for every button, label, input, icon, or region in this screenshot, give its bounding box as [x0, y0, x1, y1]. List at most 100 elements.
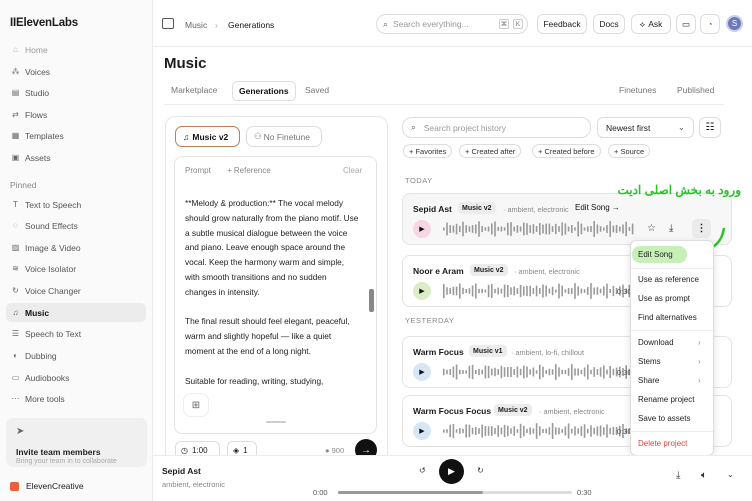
chevron-down-icon[interactable]: ⌄ — [727, 470, 734, 479]
filter-button[interactable]: ☷ — [699, 117, 721, 138]
waveform-bar — [452, 366, 455, 378]
sidebar-item-more-tools[interactable]: ⋯ More tools — [6, 389, 146, 408]
waveform-bar — [593, 221, 595, 237]
menu-delete-project[interactable]: Delete project — [638, 439, 687, 448]
sidebar-item-voice-isolator[interactable]: ≋ Voice Isolator — [6, 259, 146, 278]
waveform[interactable] — [443, 421, 638, 441]
menu-edit-song[interactable]: Edit Song — [632, 246, 687, 263]
waveform-bar — [571, 364, 573, 380]
filter-favorites[interactable]: + Favorites — [403, 144, 453, 158]
audiobooks-icon: ▭ — [11, 373, 20, 382]
model-selector[interactable]: ♫ Music v2 — [175, 126, 240, 147]
favorite-star-icon[interactable]: ☆ — [647, 223, 656, 234]
menu-stems[interactable]: Stems › — [638, 357, 701, 366]
sidebar-item-assets[interactable]: ▣ Assets — [6, 148, 146, 167]
sidebar-item-dubbing[interactable]: ◐ Dubbing — [6, 346, 146, 365]
add-image-button[interactable]: ⊞ — [183, 393, 209, 417]
sidebar-item-sound-effects[interactable]: ◌ Sound Effects — [6, 216, 146, 235]
filter-created-before[interactable]: + Created before — [532, 144, 601, 158]
waveform-bar — [535, 226, 538, 232]
forward-10-icon[interactable]: ↻ — [477, 466, 484, 475]
workspace-switcher[interactable]: ElevenCreative — [6, 478, 147, 494]
waveform-bar — [532, 428, 535, 434]
menu-rename-project[interactable]: Rename project — [638, 395, 694, 404]
notifications-button[interactable]: ◔ — [700, 14, 720, 34]
player-download-icon[interactable]: ⤓ — [676, 470, 680, 481]
prompt-scrollbar[interactable] — [369, 289, 374, 312]
sidebar-item-flows[interactable]: ⇄ Flows — [6, 105, 146, 124]
reference-button[interactable]: + Reference — [227, 166, 271, 175]
waveform-bar — [599, 367, 602, 377]
track-row[interactable]: Sepid Ast Music v2 · ambient, electronic… — [402, 193, 732, 245]
waveform-bar — [503, 424, 506, 438]
sidebar-item-image-video[interactable]: ▨ Image & Video — [6, 238, 146, 257]
invite-card[interactable]: ➤ Invite team members Bring your team in… — [6, 418, 147, 467]
waveform[interactable] — [443, 362, 638, 382]
tab-published[interactable]: Published — [677, 85, 714, 95]
sidebar-item-templates[interactable]: ▦ Templates — [6, 126, 146, 145]
waveform-bar — [590, 425, 592, 437]
tab-finetunes[interactable]: Finetunes — [619, 85, 656, 95]
menu-use-as-prompt[interactable]: Use as prompt — [638, 294, 690, 303]
clear-button[interactable]: Clear — [343, 166, 362, 175]
model-badge: Music v1 — [469, 345, 507, 357]
context-menu — [630, 240, 714, 456]
player-play-button[interactable]: ▶ — [439, 459, 464, 484]
waveform-bar — [475, 283, 477, 299]
sidebar-item-music[interactable]: ♫ Music — [6, 303, 146, 322]
waveform[interactable] — [443, 281, 638, 301]
waveform-bar — [542, 284, 544, 298]
ask-button[interactable]: ⟡ Ask — [631, 14, 671, 34]
history-search-input[interactable]: ⌕ Search project history — [402, 117, 591, 138]
folder-button[interactable]: ▭ — [676, 14, 696, 34]
waveform-bar — [455, 223, 458, 235]
menu-save-to-assets[interactable]: Save to assets — [638, 414, 690, 423]
waveform-bar — [443, 283, 445, 299]
sidebar-item-studio[interactable]: ▤ Studio — [6, 83, 146, 102]
waveform-bar — [475, 370, 477, 374]
docs-button[interactable]: Docs — [593, 14, 625, 34]
tab-marketplace[interactable]: Marketplace — [171, 85, 217, 95]
waveform-bar — [574, 283, 576, 299]
play-button[interactable]: ▶ — [413, 282, 431, 300]
global-search-input[interactable]: ⌕ Search everything... ⌘ K — [376, 14, 528, 34]
sidebar-item-audiobooks[interactable]: ▭ Audiobooks — [6, 368, 146, 387]
avatar[interactable]: S — [726, 15, 743, 32]
waveform-bar — [596, 224, 599, 234]
menu-find-alternatives[interactable]: Find alternatives — [638, 313, 697, 322]
sidebar-item-voice-changer[interactable]: ↻ Voice Changer — [6, 281, 146, 300]
filter-created-after[interactable]: + Created after — [459, 144, 522, 158]
breadcrumb-music[interactable]: Music — [185, 20, 207, 30]
waveform-bar — [471, 364, 474, 380]
volume-icon[interactable]: 🔈︎ — [701, 470, 707, 481]
rewind-10-icon[interactable]: ↺ — [419, 466, 426, 475]
menu-use-as-reference[interactable]: Use as reference — [638, 275, 699, 284]
download-icon[interactable]: ⤓ — [669, 223, 673, 234]
menu-divider — [631, 330, 713, 331]
edit-song-link[interactable]: Edit Song → — [575, 203, 620, 212]
tab-saved[interactable]: Saved — [305, 85, 329, 95]
sidebar-item-home[interactable]: ⌂ Home — [6, 40, 146, 59]
resize-handle[interactable] — [266, 421, 286, 423]
sidebar-item-voices[interactable]: ⁂ Voices — [6, 62, 146, 81]
tab-generations[interactable]: Generations — [232, 81, 296, 101]
track-name: Noor e Aram — [413, 266, 464, 276]
waveform-bar — [507, 222, 509, 236]
finetune-selector[interactable]: ⚇ No Finetune — [246, 126, 322, 147]
sidebar-toggle-icon[interactable] — [162, 18, 174, 29]
play-button[interactable]: ▶ — [413, 422, 431, 440]
filter-source[interactable]: + Source — [608, 144, 651, 158]
waveform-bar — [587, 226, 589, 232]
waveform-bar — [449, 369, 451, 375]
menu-share[interactable]: Share › — [638, 376, 701, 385]
menu-download[interactable]: Download › — [638, 338, 701, 347]
waveform-bar — [564, 223, 567, 235]
waveform-bar — [593, 427, 595, 435]
sidebar-item-text-to-speech[interactable]: T Text to Speech — [6, 195, 146, 214]
feedback-button[interactable]: Feedback — [537, 14, 587, 34]
sidebar-item-speech-to-text[interactable]: ☰ Speech to Text — [6, 324, 146, 343]
waveform[interactable] — [443, 219, 638, 239]
play-button[interactable]: ▶ — [413, 220, 431, 238]
sort-select[interactable]: Newest first ⌄ — [597, 117, 694, 138]
play-button[interactable]: ▶ — [413, 363, 431, 381]
